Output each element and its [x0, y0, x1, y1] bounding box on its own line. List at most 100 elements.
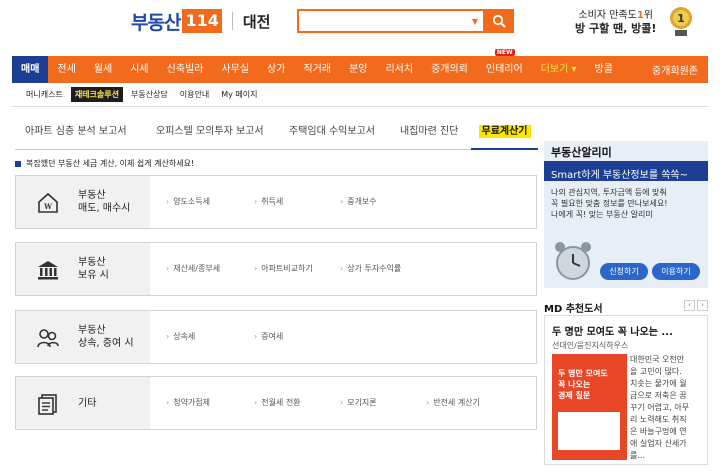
subnav-my-page[interactable]: My 페이지: [217, 87, 261, 102]
link-inheritance-tax[interactable]: 상속세: [166, 311, 195, 363]
alert-title: 부동산알리미: [551, 146, 612, 159]
cover-line: 경제 질문: [558, 391, 591, 400]
subnav-consulting[interactable]: 부동산상담: [127, 87, 172, 102]
alert-use-button[interactable]: 이용하기: [652, 263, 700, 280]
tab-free-calculator[interactable]: 무료계산기: [471, 120, 538, 150]
nav-item-office[interactable]: 사무실: [212, 56, 258, 83]
link-store-yield[interactable]: 상가 투자수익률: [340, 243, 401, 295]
card-header: 부동산 보유 시: [16, 243, 150, 295]
promo-slogan: 방 구할 땐, 방콜!: [575, 22, 657, 35]
book-cover-title: 두 명만 모여도 꼭 나오는 경제 질문: [558, 368, 608, 401]
cover-line: 두 명만 모여도: [558, 369, 608, 378]
people-icon: [37, 329, 59, 348]
search-button[interactable]: [485, 9, 514, 33]
svg-text:W: W: [43, 202, 52, 211]
nav-broker-zone[interactable]: 중개회원존: [652, 62, 708, 77]
card-title-line1: 부동산: [78, 325, 106, 336]
house-icon: W: [38, 192, 58, 213]
card-title-line1: 부동산: [78, 190, 106, 201]
nav-item-new-villa[interactable]: 신축빌라: [158, 56, 213, 83]
site-logo[interactable]: 부동산 114 대전: [131, 9, 271, 34]
alert-banner[interactable]: 부동산알리미 Smart하게 부동산정보를 쏙쏙~ 나의 관심지역, 투자금액 …: [544, 141, 708, 288]
link-acquisition-tax[interactable]: 취득세: [254, 176, 283, 228]
nav-item-direct[interactable]: 직거래: [294, 56, 340, 83]
nav-item-more[interactable]: 더보기 ▾: [532, 56, 586, 83]
subnav-guide[interactable]: 이용안내: [176, 87, 213, 102]
nav-item-presale[interactable]: 분양: [340, 56, 376, 83]
tab-apartment-report[interactable]: 아파트 심층 분석 보고서: [25, 120, 127, 150]
nav-item-bangcall[interactable]: 방콜: [586, 56, 622, 83]
nav-item-monthly[interactable]: 월세: [85, 56, 121, 83]
book-cover[interactable]: 두 명만 모여도 꼭 나오는 경제 질문: [552, 354, 627, 460]
card-title: 기타: [78, 377, 96, 429]
nav-item-jeonse[interactable]: 전세: [48, 56, 84, 83]
notice: 복잡했던 부동산 세금 계산, 이제 쉽게 계산하세요!: [15, 158, 194, 169]
dropdown-caret-icon[interactable]: ▼: [472, 17, 478, 26]
desc-line: 급으로 저축은 꿈: [630, 391, 687, 400]
card-title-line2: 상속, 증여 시: [78, 338, 134, 349]
desc-line: 애 실업자 신세가: [630, 439, 687, 448]
next-arrow-icon[interactable]: ›: [697, 300, 708, 311]
card-header: W 부동산매도, 매수시: [16, 176, 150, 228]
nav-item-price[interactable]: 시세: [121, 56, 157, 83]
logo-box: 114: [182, 9, 222, 33]
link-capital-gains-tax[interactable]: 양도소득세: [166, 176, 210, 228]
desc-line: 를...: [630, 451, 645, 460]
nav-item-sale[interactable]: 매매: [12, 56, 49, 83]
link-property-tax[interactable]: 재산세/종부세: [166, 243, 220, 295]
svg-text:1: 1: [677, 12, 685, 25]
card-header: 기타: [16, 377, 150, 429]
book-description: 대한민국 오천만 을 고민이 많다. 치솟는 물가에 월 급으로 저축은 꿈 꾸…: [630, 354, 700, 462]
md-book-card[interactable]: 두 명만 모여도 꼭 나오는 ... 선대인/웅진지식하우스 두 명만 모여도 …: [544, 315, 708, 465]
book-author: 선대인/웅진지식하우스: [552, 341, 629, 350]
md-pager: ‹ ›: [684, 300, 708, 311]
card-header: 부동산상속, 증여 시: [16, 311, 150, 363]
cover-line: 꼭 나오는: [558, 380, 591, 389]
nav-item-broker-request[interactable]: 중개의뢰: [422, 56, 477, 83]
tab-rental-report[interactable]: 주택임대 수익보고서: [289, 120, 375, 150]
logo-divider: [231, 12, 233, 30]
desc-line: 대한민국 오천만: [630, 355, 685, 364]
calc-card-holding: 부동산보유 시 재산세/종부세 아파트비교하기 상가 투자수익률: [15, 242, 537, 296]
nav-item-research[interactable]: 리서치: [376, 56, 422, 83]
md-section-title: MD 추천도서: [544, 304, 603, 315]
card-title-line2: 매도, 매수시: [78, 203, 131, 214]
tab-home-diagnosis[interactable]: 내집마련 진단: [400, 120, 458, 150]
link-mortgage-loan[interactable]: 모기지론: [340, 377, 376, 429]
document-icon: [38, 394, 57, 415]
link-gift-tax[interactable]: 증여세: [254, 311, 283, 363]
alert-desc-line: 꼭 필요한 맞춤 정보를 만나보세요!: [551, 199, 668, 208]
desc-line: 치솟는 물가에 월: [630, 379, 687, 388]
alert-desc-line: 나에게 꼭! 맞는 부동산 알리미: [551, 210, 653, 219]
prev-arrow-icon[interactable]: ‹: [684, 300, 695, 311]
promo-text: 소비자 만족도: [578, 10, 637, 21]
new-badge: NEW: [494, 49, 515, 56]
promo-text-suffix: 위: [643, 10, 653, 21]
tab-free-calculator-label: 무료계산기: [478, 125, 531, 138]
desc-line: 꾸기 어렵고, 아무: [630, 403, 690, 412]
nav-item-interior[interactable]: NEW 인테리어: [477, 49, 532, 83]
promo-banner[interactable]: 소비자 만족도1위 방 구할 땐, 방콜!: [575, 9, 656, 35]
link-brokerage-fee[interactable]: 중개보수: [340, 176, 376, 228]
subnav-investment-solution[interactable]: 재테크솔루션: [70, 86, 123, 102]
alert-description: 나의 관심지역, 투자금액 등에 맞춰 꼭 필요한 맞춤 정보를 만나보세요! …: [551, 187, 667, 220]
search-icon: [492, 14, 506, 28]
book-title[interactable]: 두 명만 모여도 꼭 나오는 ...: [552, 323, 673, 338]
link-subscription-points[interactable]: 청약가점제: [166, 377, 210, 429]
notice-text: 복잡했던 부동산 세금 계산, 이제 쉽게 계산하세요!: [26, 159, 195, 168]
subnav-money-cast[interactable]: 머니캐스트: [22, 87, 67, 102]
region-label[interactable]: 대전: [243, 11, 271, 32]
promo-rank: 1: [636, 10, 644, 21]
link-semi-jeonse-calculator[interactable]: 반전세 계산기: [426, 377, 480, 429]
nav-item-interior-label: 인테리어: [485, 64, 523, 75]
search-input[interactable]: ▼: [297, 9, 485, 33]
divider: [12, 106, 708, 107]
nav-item-store[interactable]: 상가: [258, 56, 294, 83]
tab-officetel-report[interactable]: 오피스텔 모의투자 보고서: [156, 120, 264, 150]
card-title: 부동산매도, 매수시: [78, 176, 130, 228]
link-apartment-compare[interactable]: 아파트비교하기: [254, 243, 313, 295]
sub-nav: 머니캐스트 재테크솔루션 부동산상담 이용안내 My 페이지: [22, 85, 266, 103]
calc-card-inheritance: 부동산상속, 증여 시 상속세 증여세: [15, 310, 537, 364]
alert-apply-button[interactable]: 신청하기: [600, 263, 648, 280]
link-rent-conversion[interactable]: 전월세 전환: [254, 377, 300, 429]
